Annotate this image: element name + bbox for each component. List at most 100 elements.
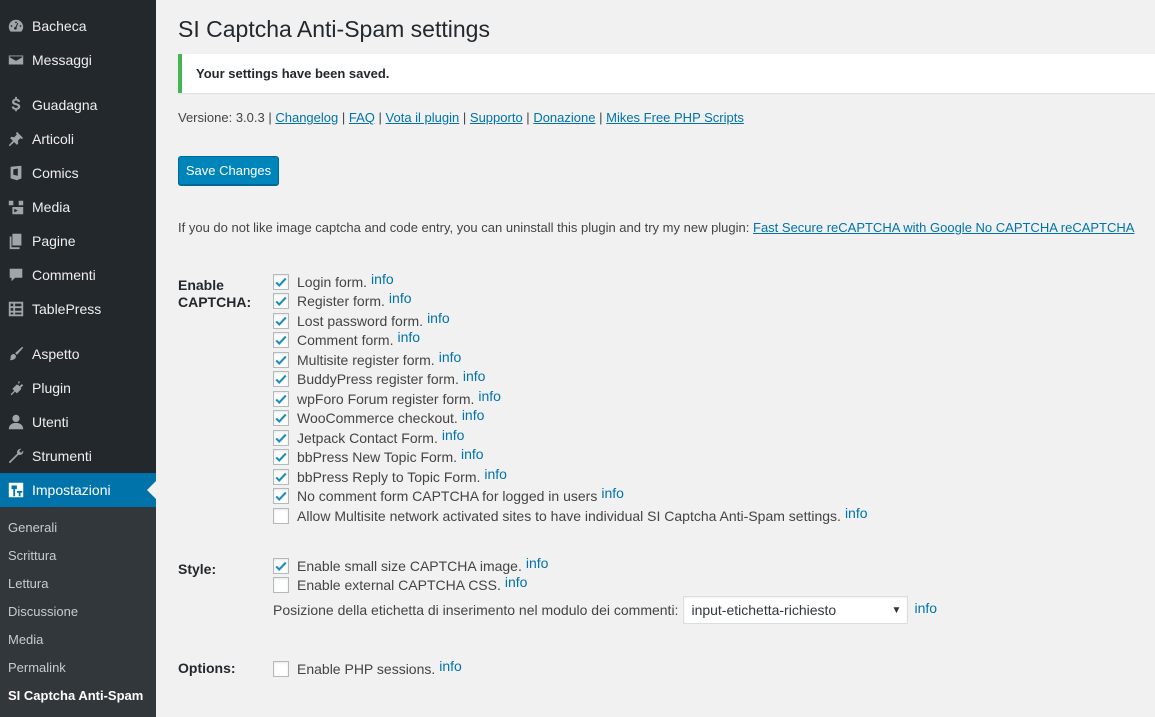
submenu-item-scrittura[interactable]: Scrittura xyxy=(8,546,56,566)
info-link[interactable]: info xyxy=(439,658,462,674)
submenu-item-permalink[interactable]: Permalink xyxy=(8,658,66,678)
checkbox[interactable] xyxy=(273,273,289,290)
checkbox[interactable] xyxy=(273,390,289,407)
info-link[interactable]: info xyxy=(505,574,528,590)
menu-label: Media xyxy=(32,199,71,215)
fast-secure-recaptcha-link[interactable]: Fast Secure reCAPTCHA with Google No CAP… xyxy=(753,220,1134,235)
label-position-row: Posizione della etichetta di inserimento… xyxy=(273,596,937,624)
menu-item-tablepress[interactable]: TablePress xyxy=(0,292,156,326)
option-label: Lost password form. xyxy=(297,312,424,329)
option-bbpress-new-topic-form: bbPress New Topic Form. info xyxy=(273,446,484,467)
info-link[interactable]: info xyxy=(914,600,937,616)
info-link[interactable]: info xyxy=(845,505,868,521)
checkbox[interactable] xyxy=(273,577,289,593)
style-label: Style: xyxy=(178,561,217,577)
menu-label: Impostazioni xyxy=(32,482,111,498)
info-link[interactable]: info xyxy=(478,388,501,404)
version-links: Versione: 3.0.3 | Changelog | FAQ | Vota… xyxy=(178,110,744,125)
info-link[interactable]: info xyxy=(484,466,507,482)
checkbox[interactable] xyxy=(273,488,289,504)
option-multisite-register-form: Multisite register form. info xyxy=(273,349,462,369)
checkbox[interactable] xyxy=(273,557,289,574)
menu-label: Pagine xyxy=(32,233,76,249)
checkbox[interactable] xyxy=(273,351,289,368)
info-link[interactable]: info xyxy=(389,290,412,306)
support-link[interactable]: Supporto xyxy=(470,110,523,125)
menu-item-impostazioni[interactable]: Impostazioni xyxy=(0,473,156,507)
info-link[interactable]: info xyxy=(462,407,485,423)
option-label: wpForo Forum register form. xyxy=(297,390,475,407)
plugin-icon xyxy=(0,379,32,397)
checkbox[interactable] xyxy=(273,293,289,309)
info-link[interactable]: info xyxy=(526,555,549,571)
option-enable-php-sessions: Enable PHP sessions. info xyxy=(273,658,462,678)
info-link[interactable]: info xyxy=(371,271,394,287)
menu-label: Articoli xyxy=(32,131,75,147)
info-link[interactable]: info xyxy=(601,485,624,501)
info-link[interactable]: info xyxy=(439,349,462,365)
menu-item-bacheca[interactable]: Bacheca xyxy=(0,9,156,43)
changelog-link[interactable]: Changelog xyxy=(275,110,338,125)
label-position-text: Posizione della etichetta di inserimento… xyxy=(273,602,679,618)
checkmark-icon xyxy=(275,374,287,385)
media-icon xyxy=(0,198,32,216)
submenu-item-si-captcha[interactable]: SI Captcha Anti-Spam xyxy=(8,686,143,706)
save-changes-button[interactable]: Save Changes xyxy=(178,156,279,185)
menu-item-aspetto[interactable]: Aspetto xyxy=(0,337,156,371)
checkbox[interactable] xyxy=(273,468,289,485)
option-bbpress-reply-to-topic-form: bbPress Reply to Topic Form. info xyxy=(273,466,507,486)
options-label: Options: xyxy=(178,660,236,676)
submenu-item-lettura[interactable]: Lettura xyxy=(8,574,48,594)
submenu-item-generali[interactable]: Generali xyxy=(8,518,57,538)
option-no-comment-form-captcha-for-logged-in-users: No comment form CAPTCHA for logged in us… xyxy=(273,485,624,506)
menu-label: Bacheca xyxy=(32,18,87,34)
checkbox[interactable] xyxy=(273,449,289,465)
info-link[interactable]: info xyxy=(427,310,450,326)
option-label: Enable external CAPTCHA CSS. xyxy=(297,577,501,593)
menu-item-plugin[interactable]: Plugin xyxy=(0,371,156,405)
menu-item-strumenti[interactable]: Strumenti xyxy=(0,439,156,473)
option-label: Multisite register form. xyxy=(297,351,435,368)
option-label: bbPress New Topic Form. xyxy=(297,449,458,465)
mikes-scripts-link[interactable]: Mikes Free PHP Scripts xyxy=(606,110,744,125)
mail-icon xyxy=(0,51,32,69)
checkmark-icon xyxy=(275,491,287,502)
checkbox[interactable] xyxy=(273,332,289,348)
rate-plugin-link[interactable]: Vota il plugin xyxy=(386,110,460,125)
checkmark-icon xyxy=(275,277,287,287)
pages-icon xyxy=(0,232,32,250)
checkmark-icon xyxy=(275,316,287,326)
menu-label: Comics xyxy=(32,165,79,181)
menu-label: Utenti xyxy=(32,414,69,430)
dashboard-icon xyxy=(0,17,32,35)
checkbox[interactable] xyxy=(273,429,289,446)
checkmark-icon xyxy=(275,335,287,346)
submenu-item-media[interactable]: Media xyxy=(8,630,43,650)
checkbox[interactable] xyxy=(273,371,289,387)
checkbox[interactable] xyxy=(273,410,289,426)
checkbox[interactable] xyxy=(273,660,289,677)
menu-item-commenti[interactable]: Commenti xyxy=(0,258,156,292)
donation-link[interactable]: Donazione xyxy=(533,110,595,125)
checkbox[interactable] xyxy=(273,312,289,329)
info-link[interactable]: info xyxy=(397,329,420,345)
checkbox[interactable] xyxy=(273,507,289,524)
checkmark-icon xyxy=(275,413,287,424)
menu-item-guadagna[interactable]: Guadagna xyxy=(0,88,156,122)
menu-item-comics[interactable]: Comics xyxy=(0,156,156,190)
menu-item-utenti[interactable]: Utenti xyxy=(0,405,156,439)
menu-item-pagine[interactable]: Pagine xyxy=(0,224,156,258)
faq-link[interactable]: FAQ xyxy=(349,110,375,125)
label-position-select[interactable]: input-etichetta-richiesto ▼ xyxy=(683,596,909,624)
submenu-item-discussione[interactable]: Discussione xyxy=(8,602,78,622)
option-label: Allow Multisite network activated sites … xyxy=(297,507,841,524)
intro-message: If you do not like image captcha and cod… xyxy=(178,220,750,235)
menu-label: Messaggi xyxy=(32,52,92,68)
menu-item-media[interactable]: Media xyxy=(0,190,156,224)
menu-label: Plugin xyxy=(32,380,71,396)
info-link[interactable]: info xyxy=(463,368,486,384)
info-link[interactable]: info xyxy=(442,427,465,443)
menu-item-articoli[interactable]: Articoli xyxy=(0,122,156,156)
info-link[interactable]: info xyxy=(461,446,484,462)
menu-item-messaggi[interactable]: Messaggi xyxy=(0,43,156,77)
